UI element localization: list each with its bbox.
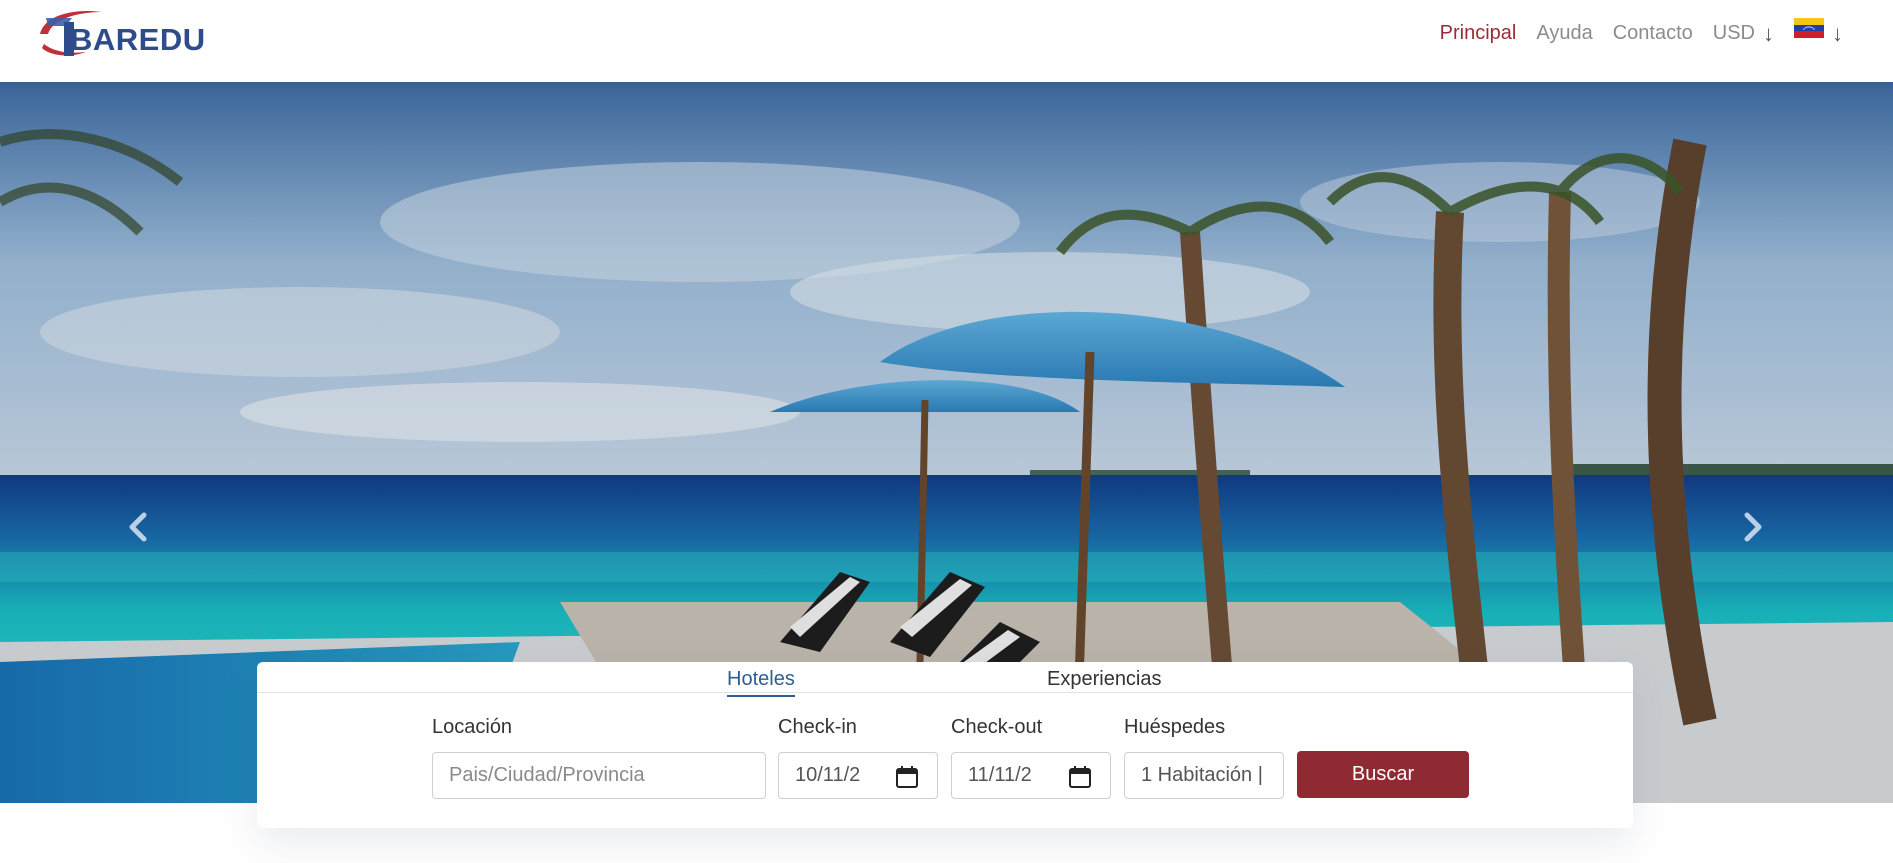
checkin-label: Check-in xyxy=(778,716,857,738)
checkout-date-input[interactable]: 11/11/2 xyxy=(951,752,1111,799)
top-navbar: BAREDU Principal Ayuda Contacto USD ↓ ↓ xyxy=(0,0,1893,82)
main-nav: Principal Ayuda Contacto USD ↓ ↓ xyxy=(1440,17,1843,46)
logo-text: BAREDU xyxy=(70,22,206,57)
location-label: Locación xyxy=(432,716,513,738)
checkin-date-input[interactable]: 10/11/2 xyxy=(778,752,938,799)
currency-dropdown[interactable]: USD ↓ xyxy=(1713,22,1774,45)
carousel-prev-button[interactable] xyxy=(118,502,158,552)
calendar-icon[interactable] xyxy=(895,765,919,789)
checkin-value: 10/11/2 xyxy=(795,764,861,786)
checkout-label: Check-out xyxy=(951,716,1043,738)
search-button[interactable]: Buscar xyxy=(1297,751,1469,798)
currency-label: USD xyxy=(1712,22,1755,44)
nav-principal[interactable]: Principal xyxy=(1440,22,1517,45)
nav-ayuda[interactable]: Ayuda xyxy=(1536,22,1592,45)
arrow-down-icon: ↓ xyxy=(1832,20,1843,46)
search-tabs: Hoteles Experiencias xyxy=(257,662,1633,697)
language-dropdown[interactable]: ↓ xyxy=(1794,17,1843,46)
guests-input[interactable]: 1 Habitación | xyxy=(1124,752,1284,799)
venezuela-flag-icon xyxy=(1794,17,1824,38)
arrow-down-icon: ↓ xyxy=(1763,20,1774,46)
checkout-value: 11/11/2 xyxy=(968,764,1032,786)
brand-logo[interactable]: BAREDU xyxy=(36,4,205,60)
tab-experiencias[interactable]: Experiencias xyxy=(1047,668,1162,695)
nav-contacto[interactable]: Contacto xyxy=(1613,22,1693,45)
search-panel: Hoteles Experiencias Locación Pais/Ciuda… xyxy=(257,662,1633,828)
guests-label: Huéspedes xyxy=(1124,716,1226,738)
calendar-icon[interactable] xyxy=(1068,765,1092,789)
tab-hoteles[interactable]: Hoteles xyxy=(727,668,795,697)
chevron-right-icon xyxy=(1744,512,1762,542)
chevron-left-icon xyxy=(129,512,147,542)
carousel-next-button[interactable] xyxy=(1733,502,1773,552)
location-input[interactable]: Pais/Ciudad/Provincia xyxy=(432,752,766,799)
